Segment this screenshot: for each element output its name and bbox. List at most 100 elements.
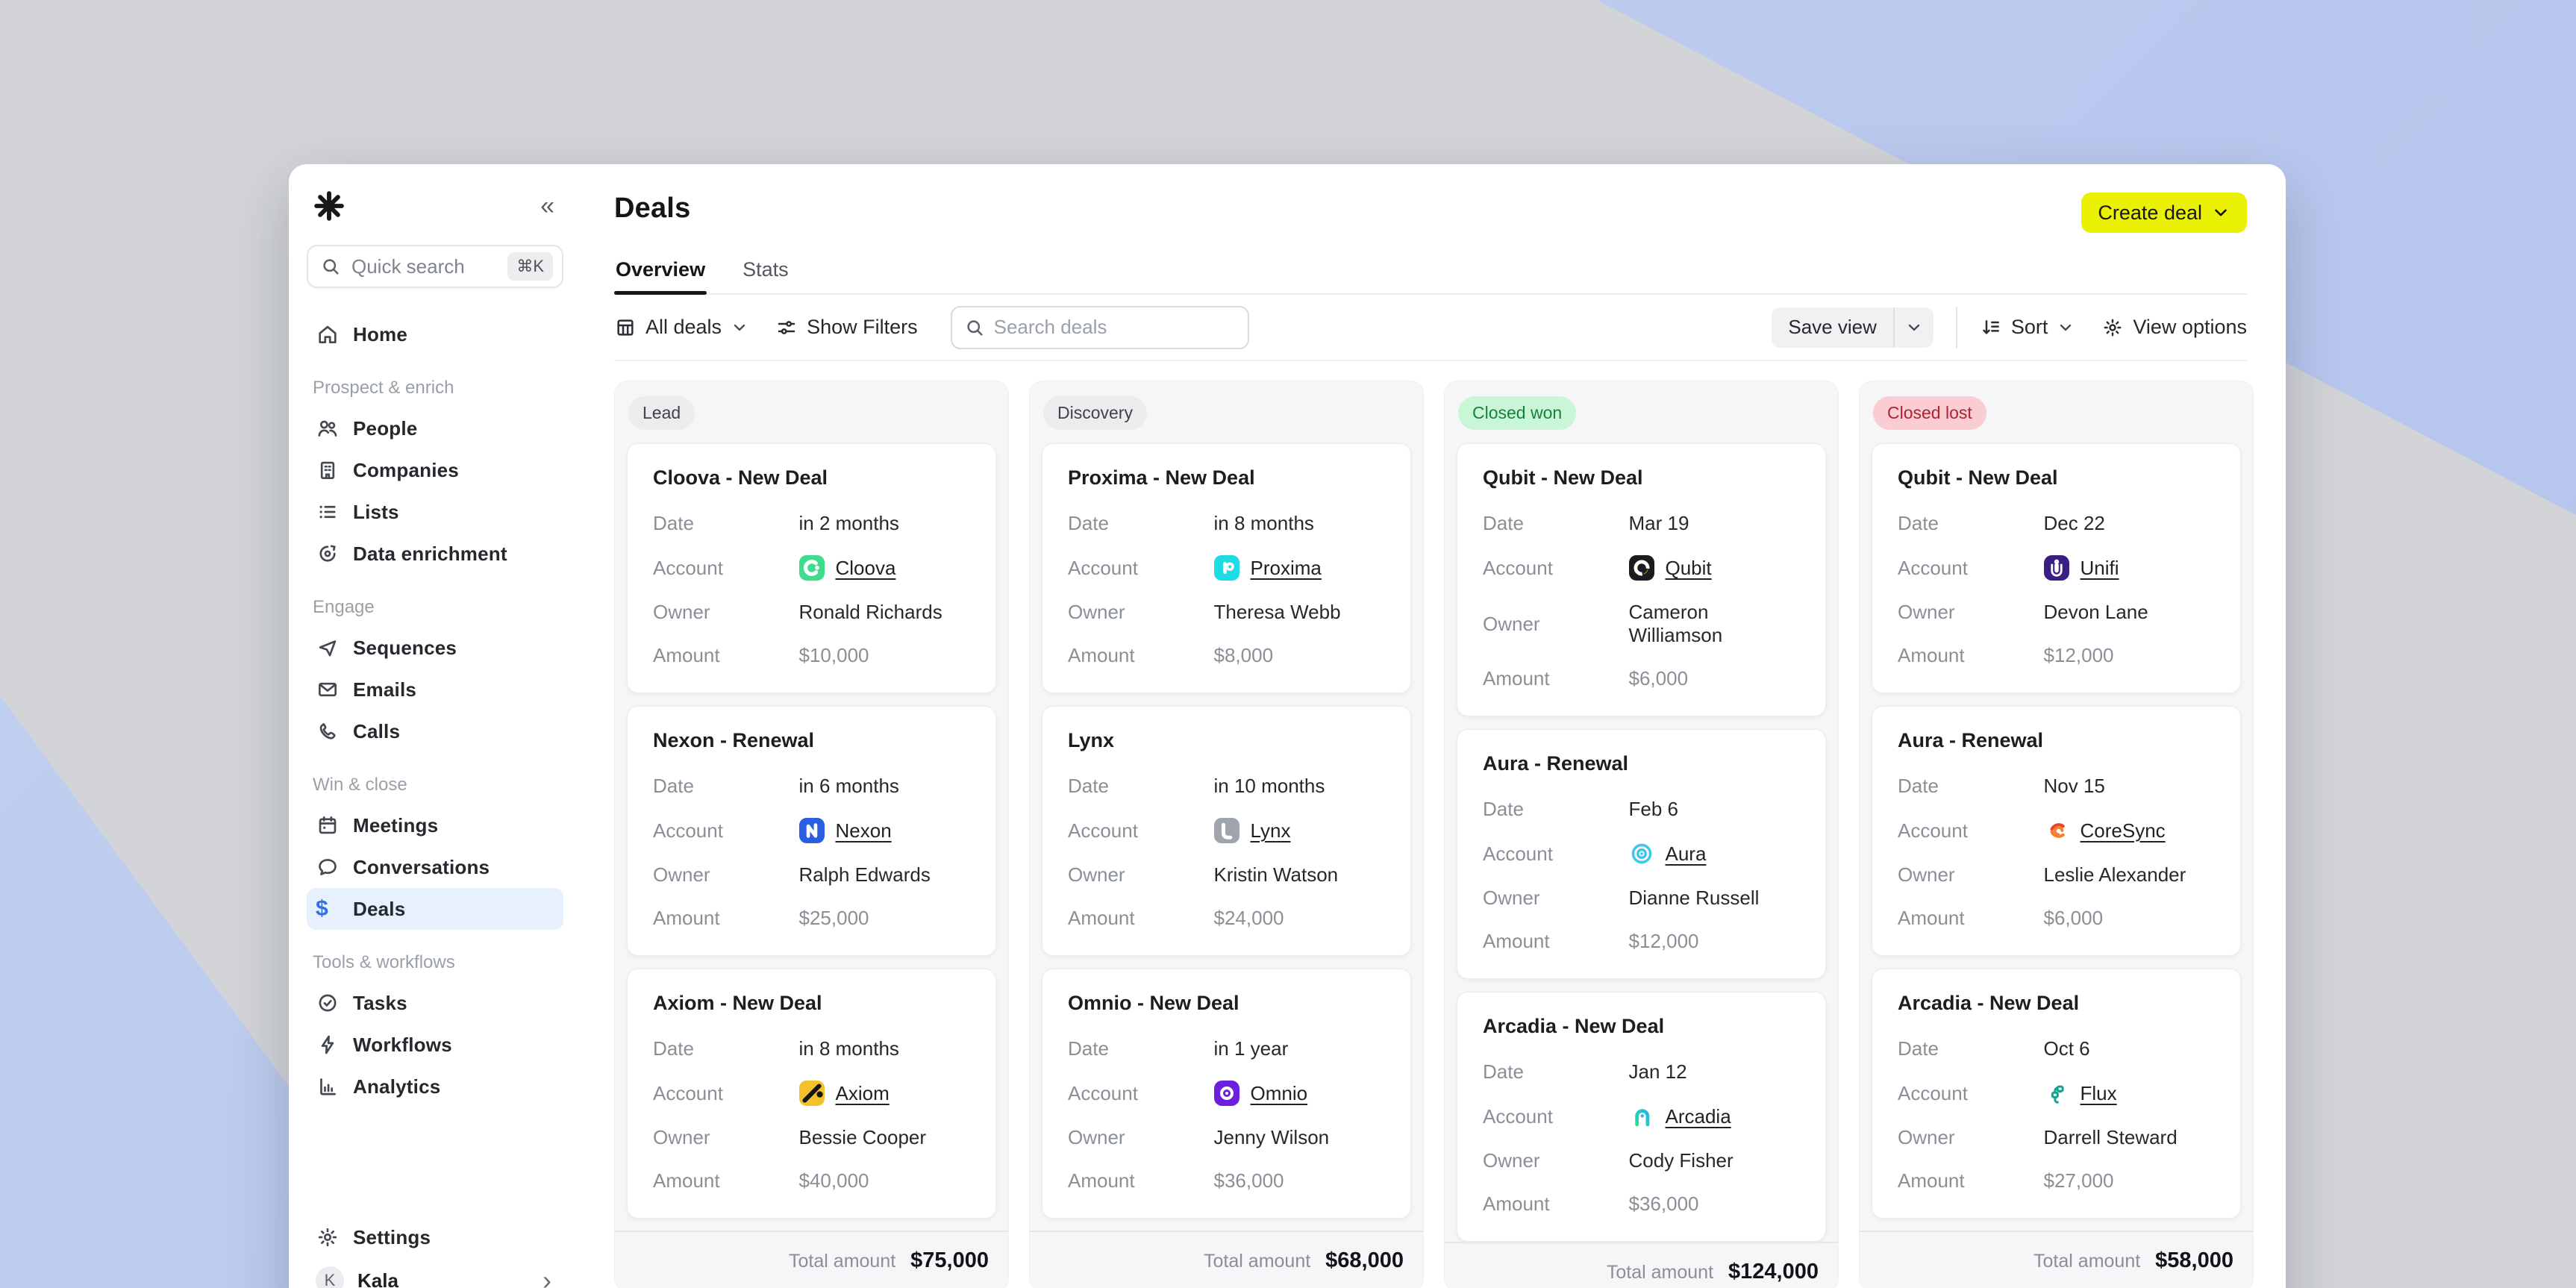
deal-title: Aura - Renewal <box>1483 752 1800 775</box>
toolbar-divider <box>1956 307 1957 348</box>
workspace-switcher[interactable]: K Kala › <box>307 1258 563 1288</box>
deal-card[interactable]: Aura - Renewal DateNov 15 Account CoreSy… <box>1872 706 2241 956</box>
flux-logo-icon <box>2044 1081 2069 1106</box>
coresync-logo-icon <box>2044 818 2069 843</box>
tab-stats[interactable]: Stats <box>741 251 790 293</box>
app-logo-icon <box>313 190 346 222</box>
deal-card[interactable]: Qubit - New Deal DateDec 22 Account Unif… <box>1872 443 2241 693</box>
deal-card[interactable]: Lynx Datein 10 months Account Lynx Owner… <box>1042 706 1411 956</box>
chat-icon <box>316 855 340 879</box>
account-link[interactable]: Omnio <box>1251 1082 1308 1105</box>
sidebar-item-data-enrichment[interactable]: Data enrichment <box>307 533 563 575</box>
sidebar-item-sequences[interactable]: Sequences <box>307 627 563 669</box>
avatar: K <box>316 1266 344 1288</box>
chevron-down-icon <box>1905 319 1923 337</box>
arcadia-logo-icon <box>1629 1104 1654 1129</box>
deal-card[interactable]: Qubit - New Deal DateMar 19 Account Qubi… <box>1457 443 1826 716</box>
lynx-logo-icon <box>1214 818 1239 843</box>
omnio-logo-icon <box>1214 1081 1239 1106</box>
deal-card[interactable]: Omnio - New Deal Datein 1 year Account O… <box>1042 969 1411 1219</box>
kanban-column-closed-won[interactable]: Closed won Qubit - New Deal DateMar 19 A… <box>1444 381 1839 1288</box>
sidebar-item-conversations[interactable]: Conversations <box>307 846 563 888</box>
axiom-logo-icon <box>799 1081 825 1106</box>
sidebar-item-calls[interactable]: Calls <box>307 710 563 752</box>
stage-chip: Closed won <box>1458 396 1576 430</box>
check-circle-icon <box>316 991 340 1015</box>
account-link[interactable]: Qubit <box>1666 557 1712 580</box>
deal-title: Proxima - New Deal <box>1068 466 1385 490</box>
show-filters-button[interactable]: Show Filters <box>775 316 918 339</box>
chevron-down-icon <box>731 319 748 337</box>
quick-search-input[interactable]: Quick search ⌘K <box>307 245 563 288</box>
lightning-icon <box>316 1033 340 1057</box>
bar-chart-icon <box>316 1075 340 1098</box>
account-link[interactable]: Aura <box>1666 842 1707 866</box>
sidebar-item-people[interactable]: People <box>307 407 563 449</box>
kanban-column-discovery[interactable]: Discovery Proxima - New Deal Datein 8 mo… <box>1029 381 1424 1288</box>
gear-icon <box>2101 316 2124 339</box>
search-deals-box <box>951 306 1249 349</box>
sort-button[interactable]: Sort <box>1980 316 2075 339</box>
account-link[interactable]: Axiom <box>836 1082 890 1105</box>
account-link[interactable]: Cloova <box>836 557 896 580</box>
deal-card[interactable]: Cloova - New Deal Datein 2 months Accoun… <box>627 443 996 693</box>
sidebar-item-companies[interactable]: Companies <box>307 449 563 491</box>
deal-card[interactable]: Axiom - New Deal Datein 8 months Account… <box>627 969 996 1219</box>
account-link[interactable]: Unifi <box>2081 557 2119 580</box>
deal-card[interactable]: Arcadia - New Deal DateOct 6 Account Flu… <box>1872 969 2241 1219</box>
search-icon <box>320 256 341 277</box>
save-view-dropdown[interactable] <box>1893 307 1933 348</box>
search-deals-input[interactable] <box>994 316 1236 339</box>
sidebar-item-tasks[interactable]: Tasks <box>307 982 563 1024</box>
deal-card[interactable]: Aura - Renewal DateFeb 6 Account Aura Ow… <box>1457 729 1826 979</box>
nexon-logo-icon <box>799 818 825 843</box>
deal-title: Cloova - New Deal <box>653 466 970 490</box>
envelope-icon <box>316 678 340 701</box>
column-total: Total amount $124,000 <box>1445 1242 1838 1288</box>
aura-logo-icon <box>1629 841 1654 866</box>
deal-title: Qubit - New Deal <box>1483 466 1800 490</box>
chevron-down-icon <box>2211 203 2230 222</box>
app-window: « Quick search ⌘K Home Prospect & enrich… <box>289 164 2286 1288</box>
column-total: Total amount $68,000 <box>1030 1231 1423 1279</box>
kanban-board: Lead Cloova - New Deal Datein 2 months A… <box>614 381 2247 1288</box>
deal-card[interactable]: Proxima - New Deal Datein 8 months Accou… <box>1042 443 1411 693</box>
section-label-prospect: Prospect & enrich <box>313 378 557 398</box>
tab-overview[interactable]: Overview <box>614 251 707 293</box>
account-link[interactable]: Flux <box>2081 1082 2117 1105</box>
account-link[interactable]: Proxima <box>1251 557 1322 580</box>
sidebar-item-emails[interactable]: Emails <box>307 669 563 710</box>
deal-card[interactable]: Nexon - Renewal Datein 6 months Account … <box>627 706 996 956</box>
sidebar-item-analytics[interactable]: Analytics <box>307 1066 563 1107</box>
deal-title: Axiom - New Deal <box>653 992 970 1015</box>
collapse-sidebar-button[interactable]: « <box>536 192 557 221</box>
sidebar-item-lists[interactable]: Lists <box>307 491 563 533</box>
stage-chip: Closed lost <box>1873 396 1986 430</box>
view-options-button[interactable]: View options <box>2101 316 2247 339</box>
gear-icon <box>316 1225 340 1249</box>
deal-title: Arcadia - New Deal <box>1483 1015 1800 1038</box>
deal-card[interactable]: Arcadia - New Deal DateJan 12 Account Ar… <box>1457 992 1826 1242</box>
chevron-down-icon <box>2057 319 2075 337</box>
sidebar-item-workflows[interactable]: Workflows <box>307 1024 563 1066</box>
account-link[interactable]: CoreSync <box>2081 819 2166 842</box>
save-view-button[interactable]: Save view <box>1772 307 1933 348</box>
search-icon <box>964 317 985 338</box>
sidebar-item-meetings[interactable]: Meetings <box>307 804 563 846</box>
sidebar-item-home[interactable]: Home <box>307 313 563 355</box>
sidebar-item-deals[interactable]: $ Deals <box>307 888 563 930</box>
create-deal-button[interactable]: Create deal <box>2081 193 2247 233</box>
sidebar-item-settings[interactable]: Settings <box>307 1216 563 1258</box>
deal-title: Omnio - New Deal <box>1068 992 1385 1015</box>
shortcut-badge: ⌘K <box>507 252 553 281</box>
account-link[interactable]: Arcadia <box>1666 1105 1731 1128</box>
account-link[interactable]: Nexon <box>836 819 892 842</box>
kanban-column-lead[interactable]: Lead Cloova - New Deal Datein 2 months A… <box>614 381 1009 1288</box>
deal-title: Lynx <box>1068 729 1385 752</box>
section-label-tools: Tools & workflows <box>313 952 557 973</box>
account-link[interactable]: Lynx <box>1251 819 1291 842</box>
grid-icon <box>614 316 637 339</box>
building-icon <box>316 458 340 482</box>
kanban-column-closed-lost[interactable]: Closed lost Qubit - New Deal DateDec 22 … <box>1859 381 2254 1288</box>
view-selector-button[interactable]: All deals <box>614 316 748 339</box>
